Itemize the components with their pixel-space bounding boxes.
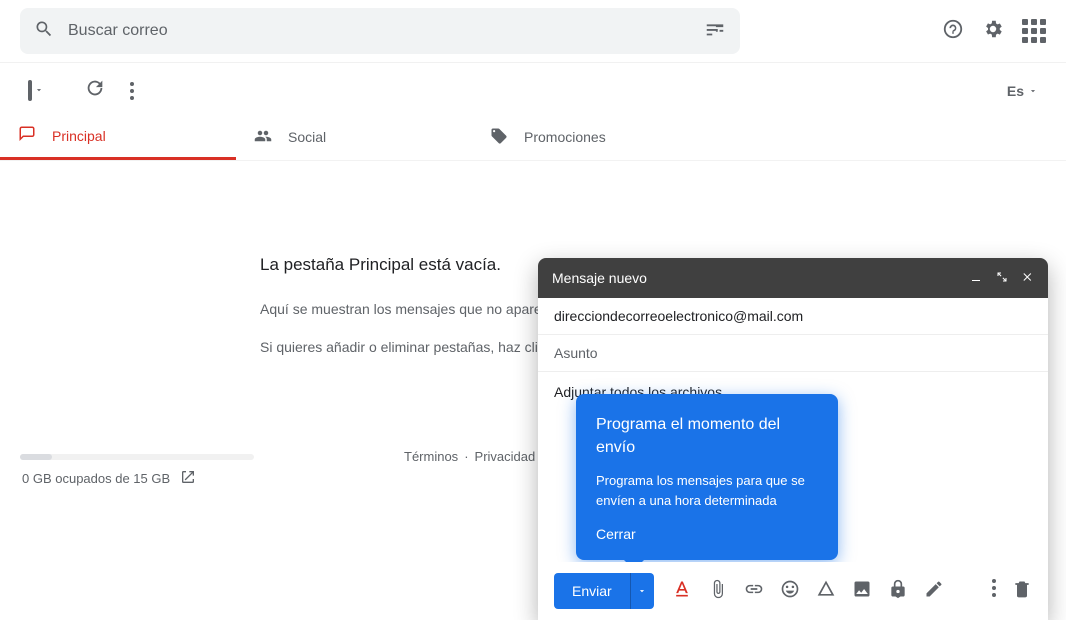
minimize-icon[interactable] [970,270,982,286]
language-toggle[interactable]: Es [1007,83,1038,99]
compose-subject-field[interactable]: Asunto [538,335,1048,372]
compose-titlebar[interactable]: Mensaje nuevo [538,258,1048,298]
compose-more-icon[interactable] [992,579,996,604]
footer-link-terms[interactable]: Términos [404,449,458,464]
confidential-icon[interactable] [888,579,908,604]
promo-body: Programa los mensajes para que se envíen… [596,471,818,510]
promo-close-link[interactable]: Cerrar [596,526,818,542]
close-icon[interactable] [1022,270,1034,286]
footer-links: Términos · Privacidad · P [404,449,560,464]
send-button[interactable]: Enviar [554,573,630,609]
refresh-icon[interactable] [84,77,106,104]
toolbar: Es [0,62,1066,114]
compose-window: Mensaje nuevo direcciondecorreoelectroni… [538,258,1048,620]
expand-icon[interactable] [996,270,1008,286]
search-bar[interactable]: Buscar correo [20,8,740,54]
search-options-icon[interactable] [704,18,726,45]
select-dropdown-icon[interactable] [34,82,44,100]
send-options-button[interactable] [630,573,654,609]
tab-label: Principal [52,128,106,144]
tab-principal[interactable]: Principal [0,114,236,160]
more-actions-icon[interactable] [130,82,134,100]
compose-to-field[interactable]: direcciondecorreoelectronico@mail.com [538,298,1048,335]
open-storage-icon[interactable] [180,469,196,488]
promo-title: Programa el momento del envío [596,414,818,459]
scroll-track[interactable] [20,454,254,460]
help-icon[interactable] [942,18,964,45]
drive-icon[interactable] [816,579,836,604]
scroll-thumb[interactable] [20,454,52,460]
format-icon[interactable] [672,579,692,604]
compose-title: Mensaje nuevo [552,270,647,286]
attach-icon[interactable] [708,579,728,604]
select-all-checkbox[interactable] [28,82,32,100]
storage-text: 0 GB ocupados de 15 GB [22,471,170,486]
footer-link-privacy[interactable]: Privacidad [475,449,536,464]
compose-toolbar: Enviar [538,562,1048,620]
send-button-group: Enviar [554,573,654,609]
storage-usage: 0 GB ocupados de 15 GB [22,469,196,488]
tab-promociones[interactable]: Promociones [472,114,708,160]
discard-icon[interactable] [1012,579,1032,604]
tab-label: Promociones [524,129,606,145]
tab-social[interactable]: Social [236,114,472,160]
header: Buscar correo [0,0,1066,62]
inbox-icon [18,125,36,146]
settings-icon[interactable] [982,18,1004,45]
compose-to-value: direcciondecorreoelectronico@mail.com [554,308,803,324]
emoji-icon[interactable] [780,579,800,604]
compose-subject-placeholder: Asunto [554,345,598,361]
search-placeholder: Buscar correo [68,22,704,40]
people-icon [254,127,272,148]
schedule-promo: Programa el momento del envío Programa l… [576,394,838,560]
category-tabs: Principal Social Promociones [0,114,1066,161]
signature-icon[interactable] [924,579,944,604]
photo-icon[interactable] [852,579,872,604]
tag-icon [490,127,508,148]
apps-icon[interactable] [1022,19,1046,43]
language-label: Es [1007,83,1024,99]
search-icon [34,19,54,44]
link-icon[interactable] [744,579,764,604]
tab-label: Social [288,129,326,145]
